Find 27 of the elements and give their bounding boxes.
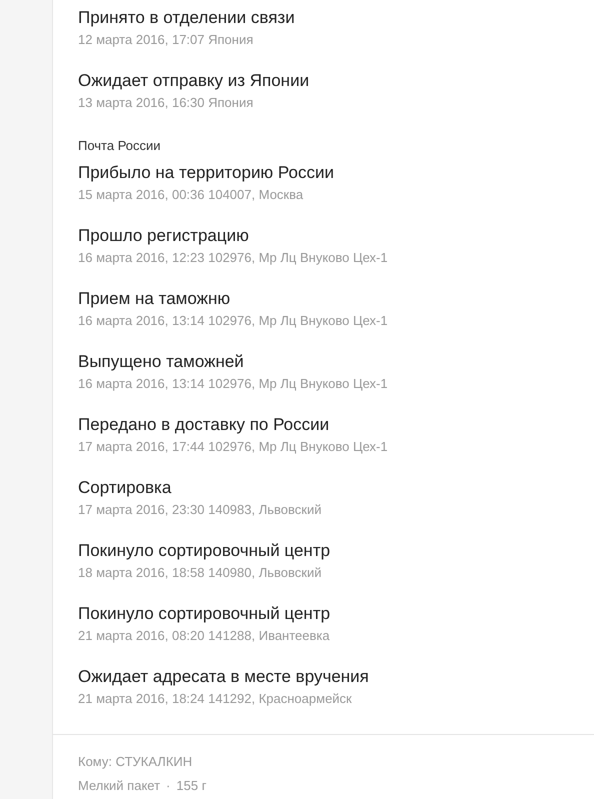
event-details: 16 марта 2016, 13:14 102976, Мр Лц Внуково Цех-1 xyxy=(78,312,389,330)
event-title: Ожидает отправку из Японии xyxy=(78,70,310,92)
event-title: Передано в доставку по России xyxy=(78,414,330,436)
event-details: 21 марта 2016, 08:20 141288, Ивантеевка xyxy=(78,627,331,645)
event-title: Прошло регистрацию xyxy=(78,225,250,247)
event-details: 17 марта 2016, 23:30 140983, Львовский xyxy=(78,501,322,519)
event-details: 12 марта 2016, 17:07 Япония xyxy=(78,31,254,49)
event-details: 16 марта 2016, 12:23 102976, Мр Лц Внуково Цех-1 xyxy=(78,249,389,267)
event-title: Покинуло сортировочный центр xyxy=(78,540,332,562)
event-title: Покинуло сортировочный центр xyxy=(78,603,332,625)
event-title: Прием на таможню xyxy=(78,288,232,310)
event-details: 17 марта 2016, 17:44 102976, Мр Лц Внуково Цех-1 xyxy=(78,438,389,456)
event-details: 16 марта 2016, 13:14 102976, Мр Лц Внуково Цех-1 xyxy=(78,375,389,393)
weight-text: 155 г xyxy=(176,777,206,795)
package-type: Мелкий пакет xyxy=(78,777,160,795)
event-title: Сортировка xyxy=(78,477,172,499)
carrier-header: Почта России xyxy=(78,137,162,155)
event-details: 15 марта 2016, 00:36 104007, Москва xyxy=(78,186,304,204)
event-title: Выпущено таможней xyxy=(78,351,245,373)
event-title: Принято в отделении связи xyxy=(78,7,296,29)
event-details: 18 марта 2016, 18:58 140980, Львовский xyxy=(78,564,322,582)
recipient-text: Кому: СТУКАЛКИН xyxy=(78,753,194,771)
separator-dot: · xyxy=(166,777,170,795)
event-details: 13 марта 2016, 16:30 Япония xyxy=(78,94,254,112)
event-title: Ожидает адресата в месте вручения xyxy=(78,666,370,688)
event-details: 21 марта 2016, 18:24 141292, Красноармейск xyxy=(78,690,353,708)
event-title: Прибыло на территорию России xyxy=(78,162,335,184)
